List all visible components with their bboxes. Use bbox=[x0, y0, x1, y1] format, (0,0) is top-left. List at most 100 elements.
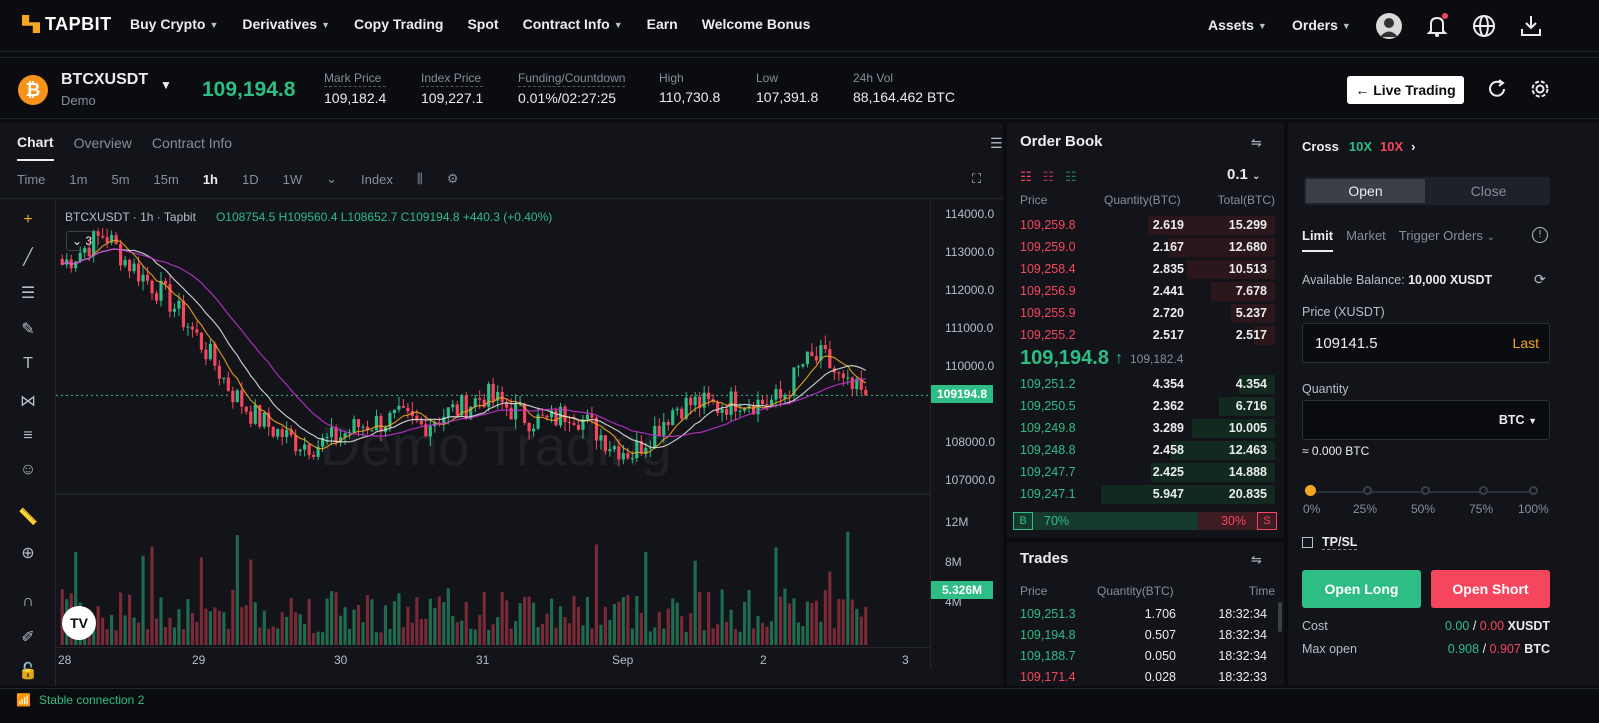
stat-label[interactable]: Funding/Countdown bbox=[518, 71, 626, 87]
symbol-chevron-icon[interactable]: ▼ bbox=[160, 78, 172, 92]
horizontal-lines-icon[interactable]: ☰ bbox=[16, 283, 40, 307]
tab-limit[interactable]: Limit bbox=[1302, 228, 1334, 252]
notification-button[interactable] bbox=[1424, 13, 1450, 39]
both-view-icon[interactable]: ☷ bbox=[1020, 169, 1032, 184]
ruler-icon[interactable]: 📏 bbox=[16, 507, 40, 531]
volume-bar bbox=[145, 629, 150, 645]
price-input[interactable]: 109141.5 Last bbox=[1302, 323, 1550, 363]
close-tab[interactable]: Close bbox=[1429, 179, 1548, 203]
lock-icon[interactable]: 🔓 bbox=[16, 661, 40, 685]
tf-15m[interactable]: 15m bbox=[154, 172, 179, 187]
crosshair-icon[interactable]: + bbox=[16, 211, 40, 235]
nav-copy-trading[interactable]: Copy Trading bbox=[354, 16, 443, 32]
asks-view-icon[interactable]: ☷ bbox=[1043, 169, 1055, 184]
language-button[interactable] bbox=[1471, 13, 1497, 39]
magnet-icon[interactable]: ∩ bbox=[16, 593, 40, 617]
settings-button[interactable] bbox=[1529, 78, 1551, 103]
tf-more-chevron-icon[interactable]: ⌄ bbox=[326, 171, 337, 187]
tf-1h[interactable]: 1h bbox=[203, 172, 218, 187]
tab-contract-info[interactable]: Contract Info bbox=[152, 135, 232, 160]
unit-select[interactable]: BTC ▼ bbox=[1499, 413, 1537, 427]
ask-row[interactable]: 109,256.9 2.441 7.678 bbox=[1007, 281, 1284, 302]
last-price-button[interactable]: Last bbox=[1513, 335, 1539, 351]
slider-mark[interactable] bbox=[1421, 486, 1430, 495]
slider-handle[interactable] bbox=[1305, 485, 1316, 496]
ask-row[interactable]: 109,255.9 2.720 5.237 bbox=[1007, 303, 1284, 324]
info-icon[interactable]: ! bbox=[1532, 227, 1548, 243]
tapbit-logo[interactable]: TAPBIT bbox=[22, 14, 112, 35]
tab-chart[interactable]: Chart bbox=[17, 134, 54, 161]
scrollbar[interactable] bbox=[1278, 602, 1282, 632]
lock-drawing-icon[interactable]: ✐ bbox=[16, 627, 40, 651]
tab-market[interactable]: Market bbox=[1346, 228, 1386, 252]
nav-buy-crypto[interactable]: Buy Crypto ▼ bbox=[130, 16, 218, 32]
tab-overview[interactable]: Overview bbox=[74, 135, 132, 160]
quantity-input[interactable]: BTC ▼ bbox=[1302, 400, 1550, 440]
nav-welcome-bonus[interactable]: Welcome Bonus bbox=[702, 16, 811, 32]
chart-settings-icon[interactable]: ⚙ bbox=[447, 171, 459, 187]
fib-icon[interactable]: ≡ bbox=[16, 427, 40, 451]
stat-label[interactable]: Index Price bbox=[421, 71, 484, 87]
time-axis[interactable]: 28 29 30 31 Sep 2 3 bbox=[56, 647, 930, 669]
ask-row[interactable]: 109,259.0 2.167 12.680 bbox=[1007, 237, 1284, 258]
refresh-balance-icon[interactable]: ⟳ bbox=[1534, 271, 1546, 288]
ask-row[interactable]: 109,258.4 2.835 10.513 bbox=[1007, 259, 1284, 280]
download-button[interactable] bbox=[1518, 13, 1544, 39]
emoji-icon[interactable]: ☺ bbox=[16, 461, 40, 485]
tf-time[interactable]: Time bbox=[17, 172, 45, 187]
nav-orders[interactable]: Orders ▼ bbox=[1292, 17, 1351, 33]
nav-earn[interactable]: Earn bbox=[647, 16, 678, 32]
tf-1d[interactable]: 1D bbox=[242, 172, 259, 187]
open-short-button[interactable]: Open Short bbox=[1431, 570, 1550, 608]
tab-trigger-orders[interactable]: Trigger Orders ⌄ bbox=[1399, 228, 1495, 252]
brush-icon[interactable]: ✎ bbox=[16, 319, 40, 343]
stat-label[interactable]: Mark Price bbox=[324, 71, 387, 87]
refresh-button[interactable] bbox=[1486, 78, 1508, 103]
nav-derivatives[interactable]: Derivatives ▼ bbox=[242, 16, 330, 32]
tf-1m[interactable]: 1m bbox=[69, 172, 87, 187]
bid-row[interactable]: 109,248.8 2.458 12.463 bbox=[1007, 440, 1284, 461]
nav-contract-info[interactable]: Contract Info ▼ bbox=[523, 16, 623, 32]
slider-mark[interactable] bbox=[1363, 486, 1372, 495]
volume-bar bbox=[298, 614, 302, 645]
depth-view-toggle[interactable]: ☷ ☷ ☷ bbox=[1020, 169, 1077, 185]
precision-select[interactable]: 0.1 ⌄ bbox=[1227, 166, 1260, 183]
tpsl-checkbox[interactable]: TP/SL bbox=[1302, 535, 1358, 550]
menu-icon[interactable]: ☰ bbox=[990, 135, 1003, 152]
trendline-icon[interactable]: ╱ bbox=[16, 247, 40, 271]
nav-spot[interactable]: Spot bbox=[467, 16, 498, 32]
index-toggle[interactable]: Index bbox=[361, 172, 393, 187]
slider-mark[interactable] bbox=[1479, 486, 1488, 495]
trades-settings-icon[interactable]: ⇋ bbox=[1251, 552, 1262, 568]
checkbox-icon[interactable] bbox=[1302, 537, 1313, 548]
ask-row[interactable]: 109,255.2 2.517 2.517 bbox=[1007, 325, 1284, 346]
pattern-icon[interactable]: ⋈ bbox=[16, 391, 40, 415]
volume-bar bbox=[406, 606, 410, 645]
cost-unit: XUSDT bbox=[1507, 619, 1550, 633]
ask-row[interactable]: 109,259.8 2.619 15.299 bbox=[1007, 215, 1284, 236]
open-tab[interactable]: Open bbox=[1306, 179, 1425, 203]
open-long-button[interactable]: Open Long bbox=[1302, 570, 1421, 608]
nav-assets[interactable]: Assets ▼ bbox=[1208, 17, 1267, 33]
text-icon[interactable]: T bbox=[16, 355, 40, 379]
tf-1w[interactable]: 1W bbox=[283, 172, 303, 187]
order-book-settings-icon[interactable]: ⇋ bbox=[1251, 135, 1262, 151]
slider-mark[interactable] bbox=[1529, 486, 1538, 495]
bid-row[interactable]: 109,251.2 4.354 4.354 bbox=[1007, 374, 1284, 395]
bid-row[interactable]: 109,250.5 2.362 6.716 bbox=[1007, 396, 1284, 417]
buy-badge: B bbox=[1013, 512, 1033, 530]
avatar[interactable] bbox=[1376, 13, 1402, 39]
bids-view-icon[interactable]: ☷ bbox=[1065, 169, 1077, 184]
bid-row[interactable]: 109,249.8 3.289 10.005 bbox=[1007, 418, 1284, 439]
bid-row[interactable]: 109,247.7 2.425 14.888 bbox=[1007, 462, 1284, 483]
live-trading-button[interactable]: ← Live Trading bbox=[1347, 76, 1464, 104]
candle-type-icon[interactable]: ⫼ bbox=[417, 171, 423, 187]
bid-row[interactable]: 109,247.1 5.947 20.835 bbox=[1007, 484, 1284, 505]
zoom-in-icon[interactable]: ⊕ bbox=[16, 543, 40, 567]
margin-mode[interactable]: Cross 10X 10X › bbox=[1302, 139, 1415, 154]
tf-5m[interactable]: 5m bbox=[111, 172, 129, 187]
symbol-name[interactable]: BTCXUSDT bbox=[61, 71, 148, 89]
fullscreen-icon[interactable]: ⛶ bbox=[972, 171, 981, 187]
tradingview-logo[interactable]: TV bbox=[62, 606, 96, 640]
price-chart[interactable] bbox=[56, 199, 930, 647]
